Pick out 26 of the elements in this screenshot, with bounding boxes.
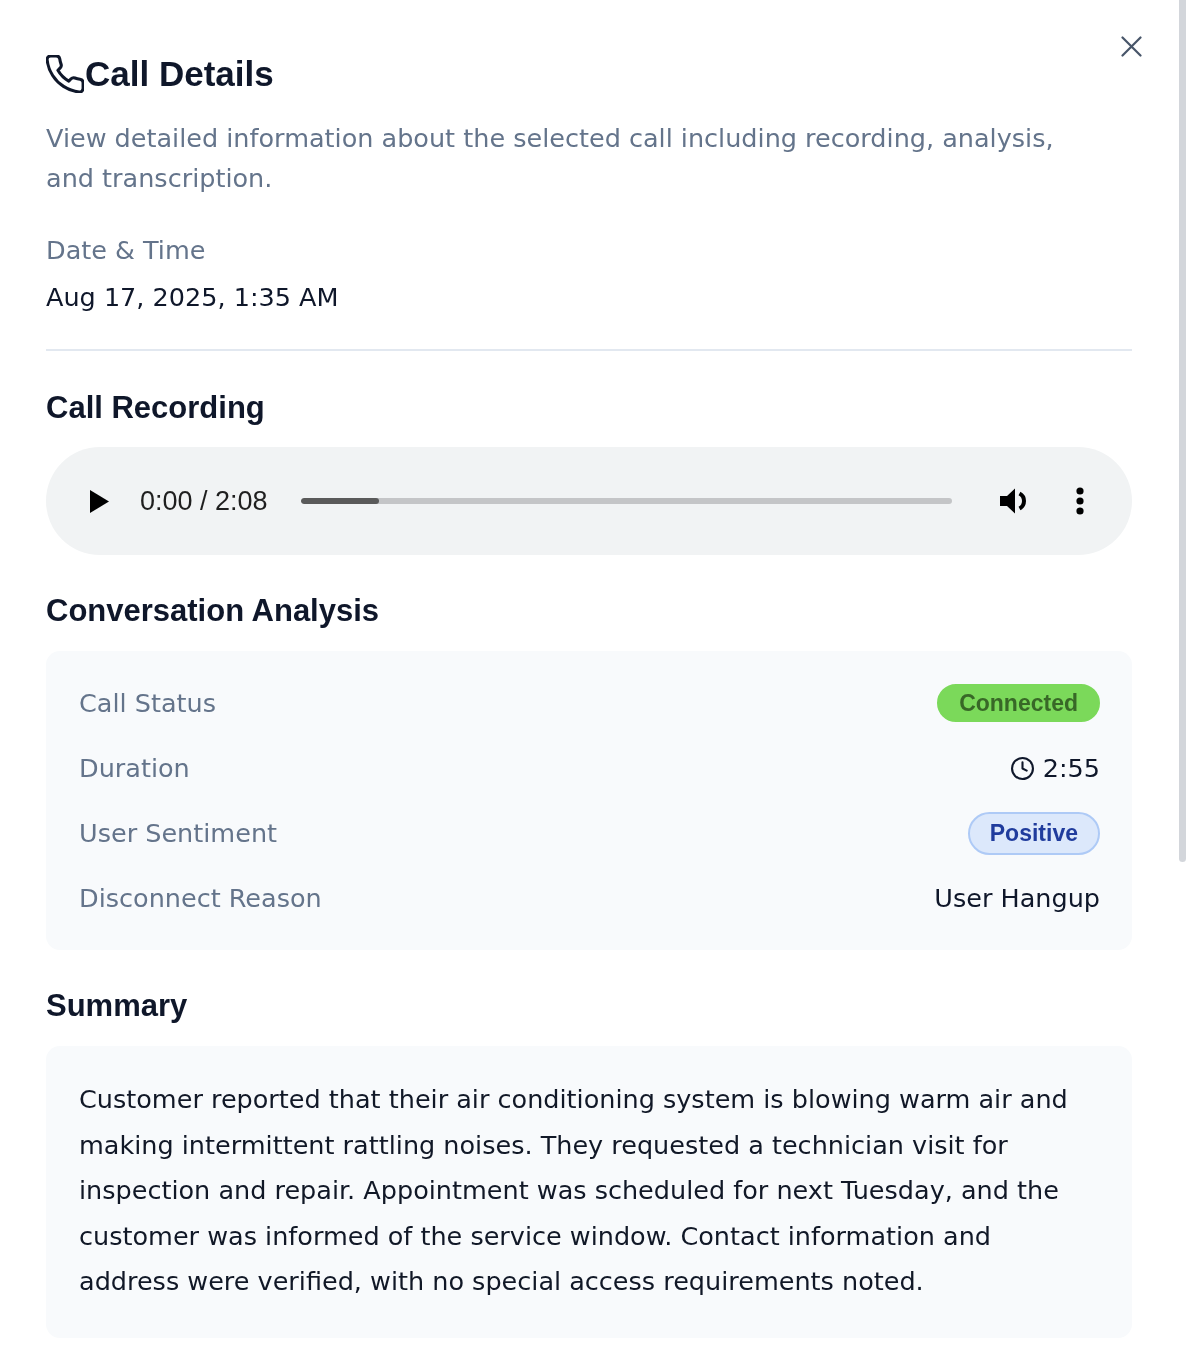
phone-icon: [46, 55, 84, 93]
sentiment-badge: Positive: [967, 811, 1100, 855]
clock-icon: [1010, 756, 1034, 780]
more-options-icon: [1075, 487, 1085, 515]
row-label: Disconnect Reason: [79, 883, 322, 913]
row-label: Call Status: [79, 688, 216, 718]
play-button[interactable]: [90, 489, 109, 513]
field-label: Date & Time: [46, 234, 207, 267]
playback-time: 0:00 / 2:08: [140, 485, 268, 517]
row-label: Duration: [79, 753, 190, 783]
play-icon: [90, 489, 109, 513]
row-value: User Hangup: [934, 883, 1100, 913]
summary-text: Customer reported that their air conditioning system is blowing warm air and making intermittent rattling noises. They requested a technician visit for inspection and repair. Appointment was scheduled for next Tuesday, and the customer was informed of the service window. Contact information and address were verified, with no special access requirements noted.: [79, 1083, 1069, 1298]
dialog-title: Call Details: [85, 54, 274, 94]
dialog-description: View detailed information about the selected call including recording, analysis, and transcription.: [46, 122, 1055, 195]
more-options-button[interactable]: [1075, 487, 1085, 515]
section-heading: Conversation Analysis: [46, 592, 381, 630]
status-badge: Connected: [937, 684, 1100, 722]
close-icon: [1121, 36, 1142, 57]
progress-track[interactable]: [300, 498, 952, 504]
section-heading: Summary: [46, 987, 189, 1025]
section-heading: Call Recording: [46, 389, 266, 427]
scrollbar-thumb[interactable]: [1179, 0, 1186, 862]
field-value: Aug 17, 2025, 1:35 AM: [46, 281, 340, 314]
row-label: User Sentiment: [79, 818, 278, 848]
duration-value: 2:55: [1042, 753, 1100, 783]
